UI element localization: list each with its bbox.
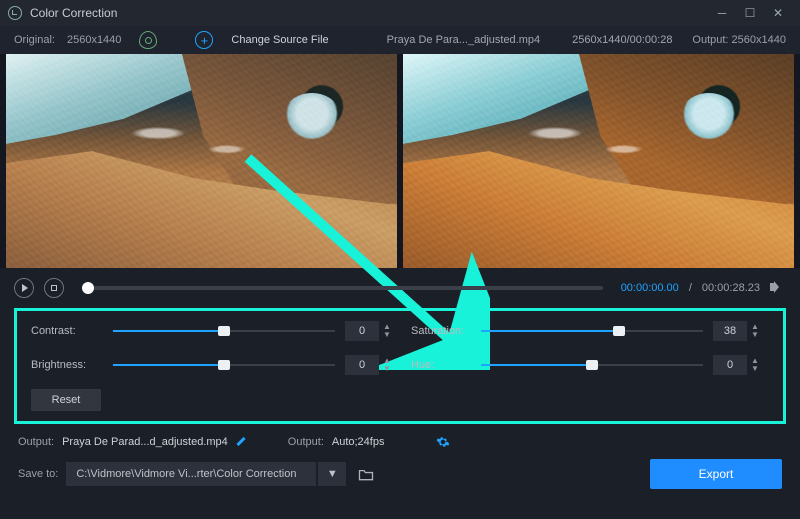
brightness-label: Brightness: [31, 359, 103, 371]
brightness-value[interactable]: 0 [345, 355, 379, 375]
reset-button[interactable]: Reset [31, 389, 101, 411]
contrast-step-down[interactable]: ▼ [382, 331, 392, 339]
saturation-value[interactable]: 38 [713, 321, 747, 341]
playback-bar: 00:00:00.00/00:00:28.23 [0, 268, 800, 308]
maximize-button[interactable]: ☐ [736, 4, 764, 22]
window-title: Color Correction [30, 6, 117, 20]
add-icon[interactable]: + [195, 31, 213, 49]
output-meta-row: Output: Praya De Parad...d_adjusted.mp4 … [0, 430, 800, 454]
stop-button[interactable] [44, 278, 64, 298]
timeline-handle[interactable] [82, 282, 94, 294]
hue-step-down[interactable]: ▼ [750, 365, 760, 373]
output-preview [403, 54, 794, 268]
output-dimensions: 2560x1440 [732, 34, 786, 46]
time-total: 00:00:28.23 [702, 282, 760, 294]
play-button[interactable] [14, 278, 34, 298]
output-label: Output: [692, 34, 728, 46]
settings-icon[interactable] [436, 435, 450, 449]
preview-toggle-icon[interactable] [139, 31, 157, 49]
save-to-label: Save to: [18, 468, 58, 480]
hue-slider[interactable] [481, 358, 703, 372]
original-dimensions: 2560x1440 [67, 34, 121, 46]
output-format-label: Output: [288, 436, 324, 448]
save-path-dropdown[interactable]: ▼ [318, 462, 346, 486]
output-file-name: Praya De Parad...d_adjusted.mp4 [62, 436, 228, 448]
change-source-button[interactable]: Change Source File [231, 34, 328, 46]
rename-icon[interactable] [236, 436, 248, 448]
timeline-slider[interactable] [82, 286, 603, 290]
saturation-label: Saturation: [411, 325, 471, 337]
saturation-value-box: 38 ▲▼ [713, 321, 769, 341]
save-row: Save to: C:\Vidmore\Vidmore Vi...rter\Co… [0, 454, 800, 494]
volume-icon[interactable] [770, 280, 786, 296]
minimize-button[interactable]: ─ [708, 4, 736, 22]
time-current: 00:00:00.00 [621, 282, 679, 294]
open-folder-icon[interactable] [354, 462, 378, 486]
hue-value[interactable]: 0 [713, 355, 747, 375]
hue-value-box: 0 ▲▼ [713, 355, 769, 375]
original-preview [6, 54, 397, 268]
source-dims-duration: 2560x1440/00:00:28 [572, 34, 672, 46]
close-button[interactable]: ✕ [764, 4, 792, 22]
contrast-label: Contrast: [31, 325, 103, 337]
original-label: Original: [14, 34, 55, 46]
contrast-value[interactable]: 0 [345, 321, 379, 341]
app-logo-icon [8, 6, 22, 20]
output-file-label: Output: [18, 436, 54, 448]
brightness-slider[interactable] [113, 358, 335, 372]
title-bar: Color Correction ─ ☐ ✕ [0, 0, 800, 26]
saturation-slider[interactable] [481, 324, 703, 338]
source-filename: Praya De Para..._adjusted.mp4 [387, 34, 540, 46]
adjustment-panel: Contrast: 0 ▲▼ Saturation: 38 ▲▼ Brightn… [14, 308, 786, 424]
output-format-value: Auto;24fps [332, 436, 385, 448]
save-path-field[interactable]: C:\Vidmore\Vidmore Vi...rter\Color Corre… [66, 462, 316, 486]
contrast-slider[interactable] [113, 324, 335, 338]
preview-row [0, 54, 800, 268]
info-bar: Original: 2560x1440 + Change Source File… [0, 26, 800, 54]
hue-label: Hue: [411, 359, 471, 371]
export-button[interactable]: Export [650, 459, 782, 489]
saturation-step-down[interactable]: ▼ [750, 331, 760, 339]
brightness-value-box: 0 ▲▼ [345, 355, 401, 375]
brightness-step-down[interactable]: ▼ [382, 365, 392, 373]
contrast-value-box: 0 ▲▼ [345, 321, 401, 341]
